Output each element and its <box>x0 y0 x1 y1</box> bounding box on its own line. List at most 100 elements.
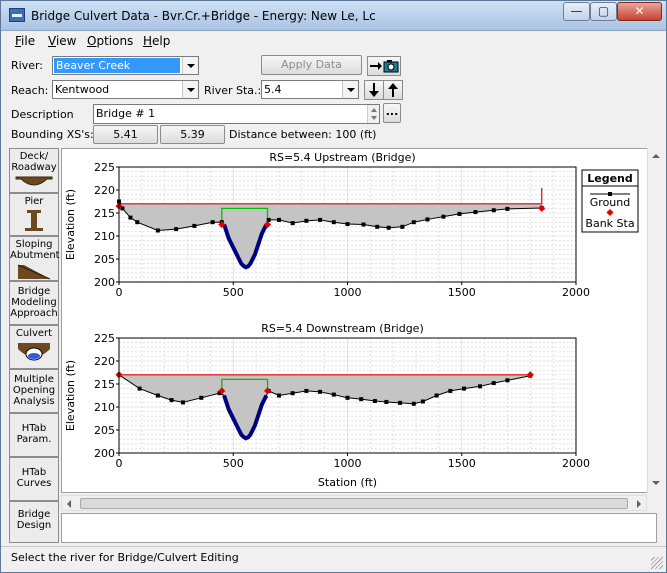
y-axis-label: Elevation (ft) <box>64 360 77 431</box>
spin-icon <box>371 108 377 120</box>
description-more-button[interactable]: ... <box>383 103 401 123</box>
menu-file[interactable]: File <box>15 34 35 48</box>
menu-help[interactable]: Help <box>143 34 170 48</box>
y-tick-label: 200 <box>94 276 115 289</box>
close-button[interactable]: ✕ <box>617 2 662 21</box>
ground-point <box>210 220 215 225</box>
bridge-design-button[interactable]: Bridge Design <box>9 501 59 543</box>
ground-point <box>491 208 496 213</box>
multiple-opening-button[interactable]: Multiple Opening Analysis <box>9 369 59 413</box>
y-tick-label: 220 <box>94 184 115 197</box>
x-tick-label: 0 <box>116 286 123 299</box>
culvert-icon <box>18 343 50 361</box>
sloping-abutment-button[interactable]: Sloping Abutment <box>9 236 60 281</box>
pier-button[interactable]: Pier <box>9 193 59 236</box>
ground-point <box>420 399 425 404</box>
vertical-scrollbar[interactable] <box>647 148 663 493</box>
x-tick-label: 2000 <box>562 457 590 470</box>
resize-grip-icon[interactable] <box>651 557 663 569</box>
river-label: River: <box>11 59 44 72</box>
deck-icon <box>15 176 53 186</box>
x-tick-label: 1500 <box>448 286 476 299</box>
y-tick-label: 225 <box>94 332 115 345</box>
y-tick-label: 215 <box>94 207 115 220</box>
reach-select[interactable]: Kentwood <box>52 80 199 99</box>
chevron-down-icon[interactable] <box>182 81 198 98</box>
sidebar-label: Bridge Modeling Approach <box>10 286 58 319</box>
river-sta-select[interactable]: 5.4 <box>261 80 359 99</box>
description-label: Description <box>11 108 74 121</box>
ground-point <box>473 210 478 215</box>
ground-point <box>425 217 430 222</box>
ground-point <box>457 211 462 216</box>
maximize-button[interactable]: ▢ <box>590 2 617 21</box>
reach-value: Kentwood <box>55 83 110 96</box>
minimize-button[interactable]: — <box>563 2 590 21</box>
x-tick-label: 1500 <box>448 457 476 470</box>
description-spin[interactable] <box>367 105 379 123</box>
ground-point <box>304 218 309 223</box>
bank-sta-point <box>526 371 534 379</box>
bridge-modeling-approach-button[interactable]: Bridge Modeling Approach <box>9 281 59 325</box>
y-tick-label: 205 <box>94 253 115 266</box>
sidebar-label: HTab Param. <box>16 423 52 445</box>
ground-point <box>462 386 467 391</box>
ground-point <box>128 215 133 220</box>
bounding-us-button[interactable]: 5.41 <box>93 125 158 144</box>
next-station-up-button[interactable] <box>383 80 403 100</box>
scroll-left-arrow-icon[interactable] <box>62 496 78 510</box>
y-tick-label: 205 <box>94 424 115 437</box>
scroll-up-arrow-icon[interactable] <box>648 148 664 164</box>
reach-label: Reach: <box>11 84 49 97</box>
culvert-button[interactable]: Culvert <box>9 325 59 369</box>
description-input[interactable]: Bridge # 1 <box>93 104 380 124</box>
ground-point <box>398 400 403 405</box>
ground-point <box>359 397 364 402</box>
horizontal-scroll-thumb[interactable] <box>80 498 628 509</box>
menu-options[interactable]: Options <box>87 34 133 48</box>
horizontal-scrollbar[interactable] <box>61 495 647 511</box>
x-tick-label: 500 <box>223 286 244 299</box>
plot-snapshot-button[interactable] <box>367 56 401 76</box>
sidebar-label: Multiple Opening Analysis <box>12 374 56 407</box>
ground-point <box>345 395 350 400</box>
ground-point <box>411 220 416 225</box>
ground-point <box>361 222 366 227</box>
deck-roadway-button[interactable]: Deck/ Roadway <box>9 148 59 193</box>
htab-param-button[interactable]: HTab Param. <box>9 413 59 457</box>
ground-point <box>290 221 295 226</box>
ground-point <box>318 217 323 222</box>
x-tick-label: 500 <box>223 457 244 470</box>
abutment-icon <box>17 264 51 280</box>
cross-section-plot-area[interactable]: RS=5.4 Upstream (Bridge) 0 500 1000 1500 2000… <box>61 148 657 493</box>
description-value: Bridge # 1 <box>96 107 156 120</box>
menu-view[interactable]: View <box>48 34 76 48</box>
camera-arrow-icon <box>370 60 399 73</box>
scroll-down-arrow-icon[interactable] <box>648 475 664 491</box>
river-select[interactable]: Beaver Creek <box>52 56 199 75</box>
title-bar[interactable]: Bridge Culvert Data - Bvr.Cr.+Bridge - E… <box>1 1 666 31</box>
sidebar-label: Culvert <box>15 328 53 339</box>
x-tick-label: 1000 <box>334 286 362 299</box>
chevron-down-icon[interactable] <box>182 57 198 74</box>
y-tick-label: 210 <box>94 401 115 414</box>
ground-point <box>448 388 453 393</box>
bounding-ds-button[interactable]: 5.39 <box>160 125 225 144</box>
legend-entry-bank: Bank Sta <box>585 217 634 230</box>
chevron-down-icon[interactable] <box>342 81 358 98</box>
sidebar-label: Sloping Abutment <box>10 239 60 261</box>
apply-data-button[interactable]: Apply Data <box>261 55 362 75</box>
bridge-culvert-window: Bridge Culvert Data - Bvr.Cr.+Bridge - E… <box>0 0 667 573</box>
ground-point <box>304 388 309 393</box>
next-station-down-button[interactable] <box>364 80 384 100</box>
ground-point <box>400 224 405 229</box>
y-tick-label: 225 <box>94 161 115 174</box>
ground-point <box>318 389 323 394</box>
status-text: Select the river for Bridge/Culvert Edit… <box>11 551 239 564</box>
window-title: Bridge Culvert Data - Bvr.Cr.+Bridge - E… <box>31 9 376 23</box>
scroll-right-arrow-icon[interactable] <box>630 496 646 510</box>
ground-point <box>372 399 377 404</box>
htab-curves-button[interactable]: HTab Curves <box>9 457 59 501</box>
ground-point <box>505 378 510 383</box>
sidebar-label: Deck/ Roadway <box>11 151 57 173</box>
